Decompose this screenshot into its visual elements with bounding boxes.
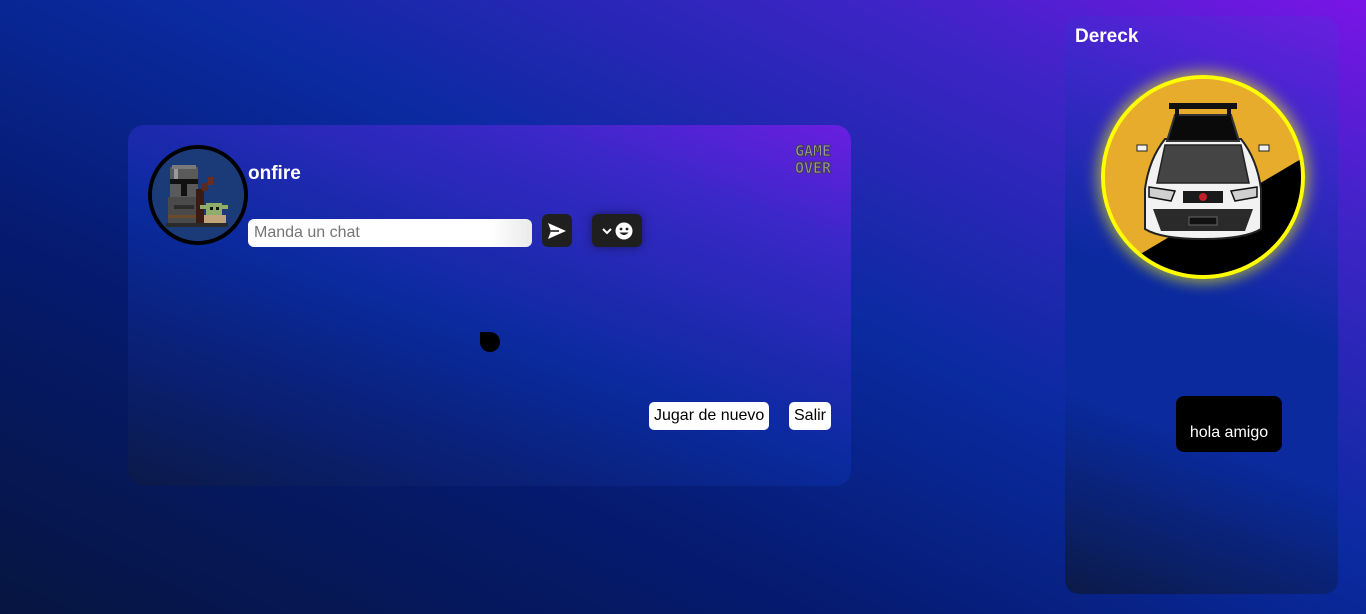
player-avatar	[148, 145, 248, 245]
opponent-avatar	[1101, 75, 1305, 279]
emoji-picker-button[interactable]	[592, 214, 642, 247]
chat-input[interactable]	[248, 219, 532, 247]
smiley-icon	[615, 222, 632, 239]
send-icon	[548, 222, 566, 239]
play-again-button[interactable]: Jugar de nuevo	[649, 402, 770, 430]
game-over-line2: OVER	[795, 159, 832, 177]
car-avatar-image	[1105, 79, 1301, 275]
send-button[interactable]	[542, 214, 572, 247]
game-ball	[480, 332, 500, 352]
chevron-down-icon	[601, 227, 612, 234]
mandalorian-avatar-image	[152, 149, 244, 241]
game-panel: onfire GAME OVER Jugar de nuevo Salir	[128, 125, 851, 486]
opponent-name: Dereck	[1075, 26, 1139, 47]
game-over-logo: GAME OVER	[795, 142, 833, 177]
opponent-chat-bubble: hola amigo	[1176, 396, 1282, 452]
exit-button[interactable]: Salir	[789, 402, 832, 430]
player-name: onfire	[248, 163, 301, 184]
game-over-line1: GAME	[795, 142, 831, 160]
opponent-panel: Dereck hola amigo	[1065, 16, 1338, 594]
